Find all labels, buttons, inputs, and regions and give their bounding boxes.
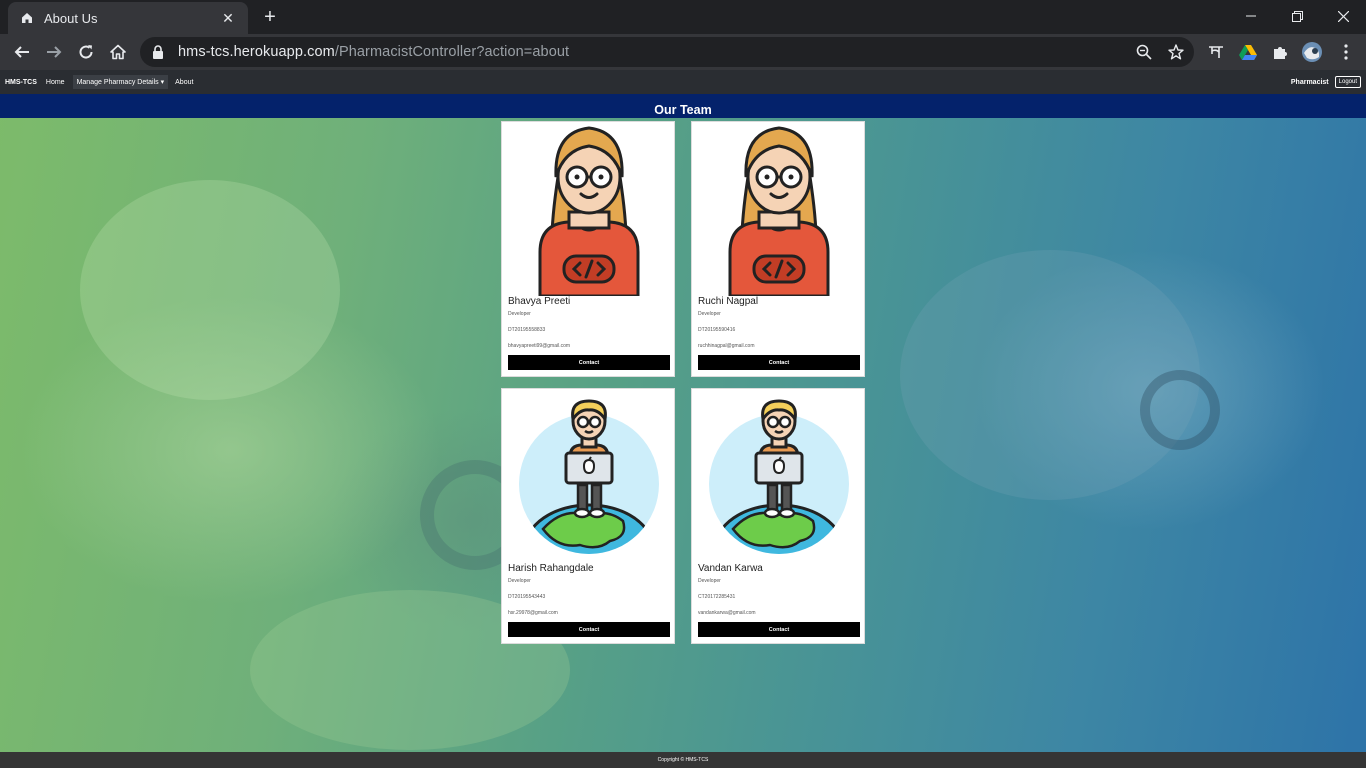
page-footer: Copyright © HMS-TCS — [0, 752, 1366, 768]
tab-title: About Us — [44, 10, 98, 26]
member-email: vandankarwa@gmail.com — [698, 610, 756, 616]
team-header-bar: Our Team — [0, 94, 1366, 118]
google-drive-extension-icon[interactable] — [1234, 38, 1262, 66]
extensions-puzzle-icon[interactable] — [1266, 38, 1294, 66]
female-developer-icon — [728, 126, 830, 296]
logout-button[interactable]: Logout — [1334, 76, 1361, 88]
team-member-card: Ruchi Nagpal Developer DT20195590416 ruc… — [691, 121, 865, 377]
minimize-window-button[interactable] — [1228, 0, 1274, 32]
contact-button[interactable]: Contact — [508, 355, 670, 370]
hindi-input-extension-icon[interactable] — [1202, 38, 1230, 66]
member-id: DT20195558833 — [508, 327, 546, 333]
url-host: hms-tcs.herokuapp.com — [178, 44, 335, 60]
contact-button[interactable]: Contact — [508, 622, 670, 637]
copyright-text: Copyright © HMS-TCS — [657, 757, 709, 763]
developer-on-globe-icon — [709, 399, 849, 554]
restore-window-button[interactable] — [1274, 0, 1320, 32]
member-name: Harish Rahangdale — [508, 563, 594, 574]
close-window-button[interactable] — [1320, 0, 1366, 32]
member-email: hsr.29978@gmail.com — [508, 610, 558, 616]
team-member-card: Vandan Karwa Developer CT20172285431 van… — [691, 388, 865, 644]
home-button-icon[interactable] — [104, 38, 132, 66]
member-name: Vandan Karwa — [698, 563, 763, 574]
member-name: Bhavya Preeti — [508, 296, 571, 307]
team-member-card: Bhavya Preeti Developer DT20195558833 bh… — [501, 121, 675, 377]
developer-on-globe-icon — [519, 399, 659, 554]
female-developer-icon — [538, 126, 640, 296]
member-role: Developer — [508, 578, 531, 584]
page-title: Our Team — [654, 103, 712, 117]
member-email: ruchhinagpal@gmail.com — [698, 343, 755, 349]
forward-arrow-icon[interactable] — [40, 38, 68, 66]
browser-menu-icon[interactable] — [1332, 38, 1360, 66]
zoom-icon[interactable] — [1132, 40, 1156, 64]
close-tab-icon[interactable]: ✕ — [220, 10, 236, 26]
member-email: bhavyapreeti99@gmail.com — [508, 343, 571, 349]
member-role: Developer — [508, 311, 531, 317]
app-navbar: HMS-TCS Home Manage Pharmacy Details ▾ A… — [0, 70, 1366, 94]
member-role: Developer — [698, 311, 721, 317]
brand-logo[interactable]: HMS-TCS — [5, 79, 37, 86]
member-id: CT20172285431 — [698, 594, 736, 600]
profile-avatar-icon[interactable] — [1298, 38, 1326, 66]
new-tab-button[interactable]: + — [258, 5, 282, 29]
browser-tab-strip: About Us ✕ + — [0, 0, 1366, 34]
url-text: hms-tcs.herokuapp.com/PharmacistControll… — [178, 44, 569, 60]
browser-tab[interactable]: About Us ✕ — [8, 2, 248, 34]
nav-manage-pharmacy-label: Manage Pharmacy Details — [76, 79, 159, 86]
stethoscope-background-image — [0, 70, 1366, 768]
nav-about-link[interactable]: About — [175, 79, 193, 86]
reload-icon[interactable] — [72, 38, 100, 66]
contact-button[interactable]: Contact — [698, 622, 860, 637]
bookmark-star-icon[interactable] — [1164, 40, 1188, 64]
nav-home-link[interactable]: Home — [46, 79, 65, 86]
contact-button[interactable]: Contact — [698, 355, 860, 370]
back-arrow-icon[interactable] — [8, 38, 36, 66]
team-member-card: Harish Rahangdale Developer DT2019554344… — [501, 388, 675, 644]
browser-toolbar: hms-tcs.herokuapp.com/PharmacistControll… — [0, 34, 1366, 70]
home-icon — [20, 11, 34, 25]
web-page: HMS-TCS Home Manage Pharmacy Details ▾ A… — [0, 70, 1366, 768]
member-name: Ruchi Nagpal — [698, 296, 759, 307]
nav-manage-pharmacy-dropdown[interactable]: Manage Pharmacy Details ▾ — [72, 75, 169, 89]
member-id: DT20195590416 — [698, 327, 736, 333]
url-path: /PharmacistController?action=about — [334, 44, 570, 60]
member-id: DT20195543443 — [508, 594, 546, 600]
user-role-label: Pharmacist — [1290, 78, 1329, 86]
member-role: Developer — [698, 578, 721, 584]
address-bar[interactable]: hms-tcs.herokuapp.com/PharmacistControll… — [140, 37, 1194, 67]
chevron-down-icon: ▾ — [160, 79, 165, 86]
lock-icon — [152, 44, 168, 60]
